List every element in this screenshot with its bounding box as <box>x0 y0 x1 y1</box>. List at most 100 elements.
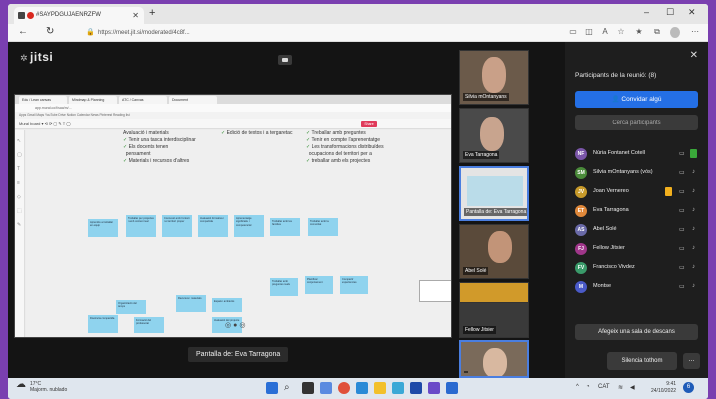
close-tab-icon[interactable]: ✕ <box>132 7 139 24</box>
clock[interactable]: 9:41 24/10/2022 <box>651 381 676 395</box>
participant-row[interactable]: SM Silvia mOntanyans (vós) ▭ ♪ <box>575 166 700 180</box>
start-icon[interactable] <box>266 382 278 394</box>
collections-icon[interactable]: ⧉ <box>652 27 662 38</box>
video-label: Abel Solé <box>463 267 489 275</box>
search-participants-input[interactable] <box>575 115 698 130</box>
minimize-button[interactable]: – <box>644 7 649 17</box>
note-item: ✓ Materials i recursos d'altres <box>123 158 190 164</box>
clock-time: 9:41 <box>666 381 677 387</box>
note-item: ✓ treballar amb els projectes <box>306 158 371 164</box>
note-item: ✓ Treballar amb preguntes <box>306 130 366 136</box>
sticky-note: Espais i ambients <box>212 298 242 312</box>
weather-desc: Majorm. nublado <box>30 387 68 393</box>
participant-name: Abel Solé <box>593 226 617 232</box>
video-thumbnail-active[interactable]: Pantalla de: Eva Tarragona <box>459 166 529 221</box>
browser-tab[interactable]: #SAYPDGUJAENRZFW ✕ <box>14 7 144 24</box>
note-list-mid: ✓ Edició de textos i a tergaretac <box>221 130 292 137</box>
more-options-button[interactable]: ... <box>683 353 700 369</box>
video-label: Silvia mOntanyans <box>463 93 509 101</box>
weather-widget[interactable]: ☁ 17°C Majorm. nublado <box>16 380 68 394</box>
tab-title: #SAYPDGUJAENRZFW <box>36 12 101 18</box>
video-label: Fellow Jitsier <box>463 326 496 334</box>
video-icon: ▭ <box>679 227 685 233</box>
video-thumbnail[interactable]: Silvia mOntanyans <box>459 50 529 105</box>
search-icon[interactable]: ⌕ <box>284 382 296 394</box>
edge-icon[interactable] <box>356 382 368 394</box>
board-zoom-controls[interactable]: ◎●◎ <box>225 321 247 329</box>
notifications-badge[interactable]: 6 <box>683 382 694 393</box>
mic-icon: ♪ <box>692 283 695 289</box>
camera-icon[interactable] <box>278 55 292 65</box>
url-field[interactable]: 🔒 https://meet.jit.si/moderated/4c8f... <box>86 27 546 39</box>
jitsi-logo-icon: ✲ <box>20 53 29 63</box>
tray-chevron-icon[interactable]: ^ <box>576 384 579 390</box>
url-text: https://meet.jit.si/moderated/4c8f... <box>98 30 190 36</box>
jitsi-logo: ✲ jitsi <box>20 50 54 64</box>
participant-row[interactable]: M Montse ▭ ♪ <box>575 280 700 294</box>
reader-icon[interactable]: ◫ <box>584 27 594 38</box>
maximize-button[interactable]: ☐ <box>666 7 674 18</box>
sticky-note: Treballar per projectes i amb context re… <box>126 215 156 237</box>
wifi-icon[interactable]: ≋ <box>618 384 623 391</box>
add-breakout-room-button[interactable]: Afegeix una sala de descans <box>575 324 698 340</box>
participant-row[interactable]: NF Núria Fontanet Cotell ▭ <box>575 147 700 161</box>
whiteboard: Avaluació i materials ✓ Tenir una tasca … <box>26 130 451 337</box>
note-item: ocupacions del territori per a <box>308 151 372 157</box>
add-user-icon: 👤 <box>611 96 620 103</box>
video-thumbnail[interactable]: Abel Solé <box>459 224 529 279</box>
video-icon: ▭ <box>679 265 685 271</box>
cursor-icon: ↖ <box>17 138 22 144</box>
participant-row[interactable]: AS Abel Solé ▭ ♪ <box>575 223 700 237</box>
participant-name: Silvia mOntanyans (vós) <box>593 169 653 175</box>
board-minimap[interactable] <box>419 280 451 302</box>
mute-all-button[interactable]: Silencia tothom <box>607 352 677 370</box>
shared-left-toolbar: ↖ ▢ T ≡ ◇ ⬚ ✎ <box>15 130 25 337</box>
read-aloud-icon[interactable]: ▭ <box>568 27 578 38</box>
avatar: FJ <box>575 243 587 255</box>
shared-tab: ATC / Canvas <box>119 96 167 104</box>
store-icon[interactable] <box>392 382 404 394</box>
video-thumbnail[interactable]: Eva Tarragona <box>459 108 529 163</box>
mic-icon: ♪ <box>692 264 695 270</box>
shape-icon: ◇ <box>17 194 21 200</box>
outlook-icon[interactable] <box>446 382 458 394</box>
word-icon[interactable] <box>410 382 422 394</box>
video-thumbnail[interactable] <box>459 340 529 378</box>
participant-row[interactable]: FV Francisco Vivdez ▭ ♪ <box>575 261 700 275</box>
sticky-note: Connexió amb l'entorn i el territori pro… <box>162 215 192 237</box>
chat-icon[interactable] <box>320 382 332 394</box>
back-icon[interactable]: ← <box>18 26 28 37</box>
new-tab-button[interactable]: + <box>149 7 155 19</box>
app-icon[interactable] <box>338 382 350 394</box>
favorites-list-icon[interactable]: ★ <box>634 27 644 38</box>
favorite-icon[interactable]: ☆ <box>616 27 626 38</box>
participant-video <box>483 348 507 376</box>
sticky-note: Treballar amb la comunitat <box>308 218 338 236</box>
participant-name: Montse <box>593 283 612 289</box>
note-item: ✓ Les transformacions distribuïdes <box>306 144 384 150</box>
participant-row[interactable]: FJ Fellow Jitsier ▭ ♪ <box>575 242 700 256</box>
shared-url: app.mural.co/t/saa/m/... <box>15 104 451 112</box>
close-window-button[interactable]: ✕ <box>688 7 696 18</box>
close-icon[interactable]: ✕ <box>690 50 698 61</box>
volume-icon[interactable]: ◀ <box>630 384 635 391</box>
language-indicator[interactable]: CAT <box>598 384 610 390</box>
participant-row[interactable]: JV Joan Vernereo ▭ ♪ <box>575 185 700 199</box>
shared-screen[interactable]: Edu / Lean canvas Mindmap & Planning ATC… <box>14 94 452 338</box>
invite-button[interactable]: 👤 Convidar algú <box>575 91 698 108</box>
sticky-icon: ▢ <box>17 152 22 158</box>
more-icon[interactable]: ⋯ <box>690 27 700 38</box>
video-thumbnail[interactable]: Fellow Jitsier <box>459 302 529 338</box>
shared-bookmarks: Apps Gmail Maps YouTube Drive Notion Cal… <box>15 112 451 119</box>
file-explorer-icon[interactable] <box>374 382 386 394</box>
profile-icon[interactable] <box>670 27 680 38</box>
tab-strip: #SAYPDGUJAENRZFW ✕ + – ☐ ✕ <box>8 4 708 24</box>
recording-icon <box>27 12 34 19</box>
participant-row[interactable]: ET Eva Tarragona ▭ ♪ <box>575 204 700 218</box>
task-view-icon[interactable] <box>302 382 314 394</box>
teams-icon[interactable] <box>428 382 440 394</box>
translate-icon[interactable]: A <box>600 27 610 38</box>
reload-icon[interactable]: ↻ <box>46 26 54 37</box>
avatar: M <box>575 281 587 293</box>
network-tray-icon[interactable]: ◔ <box>586 384 590 390</box>
